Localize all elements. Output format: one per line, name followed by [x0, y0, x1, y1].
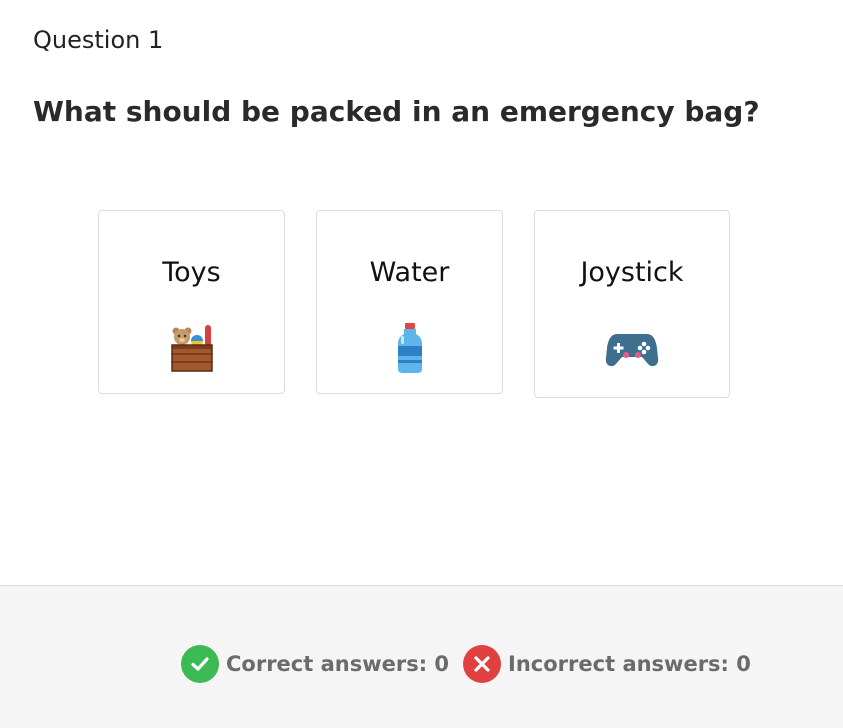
correct-answers-count: Correct answers: 0	[226, 652, 450, 676]
question-number: Question 1	[33, 26, 164, 54]
option-card-toys[interactable]: Toys	[98, 210, 285, 394]
answer-options: Toys Water Joystick	[98, 210, 730, 398]
option-label: Water	[369, 257, 450, 288]
gamepad-icon	[605, 321, 659, 375]
score-bar: Correct answers: 0 Incorrect answers: 0	[0, 585, 843, 728]
score-summary: Correct answers: 0 Incorrect answers: 0	[181, 645, 751, 683]
option-label: Toys	[162, 257, 221, 288]
option-label: Joystick	[580, 257, 684, 288]
option-card-water[interactable]: Water	[316, 210, 503, 394]
toy-box-icon	[165, 321, 219, 375]
option-card-joystick[interactable]: Joystick	[534, 210, 730, 398]
quiz-page: Question 1 What should be packed in an e…	[0, 0, 843, 728]
check-icon	[181, 645, 219, 683]
question-text: What should be packed in an emergency ba…	[33, 95, 760, 128]
water-bottle-icon	[383, 321, 437, 375]
incorrect-answers-count: Incorrect answers: 0	[508, 652, 751, 676]
cross-icon	[463, 645, 502, 683]
